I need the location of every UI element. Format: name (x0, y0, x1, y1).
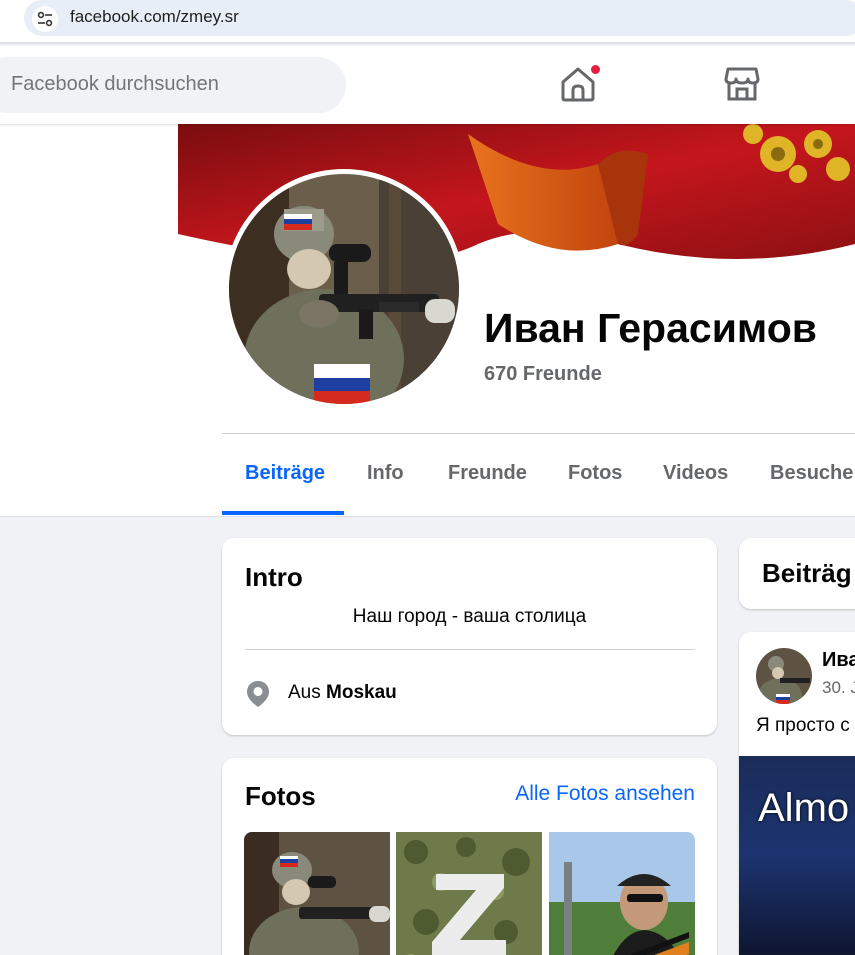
post-author-name[interactable]: Ива (822, 649, 855, 672)
marketplace-icon[interactable] (722, 64, 762, 104)
photo-thumbnail[interactable] (549, 832, 695, 955)
profile-name: Иван Герасимов (484, 305, 817, 351)
tab-info[interactable]: Info (367, 462, 404, 485)
intro-divider (245, 649, 695, 650)
location-text: Aus Moskau (288, 682, 397, 704)
see-all-photos-link[interactable]: Alle Fotos ansehen (515, 782, 695, 806)
location-prefix: Aus (288, 682, 321, 703)
post-card: Ива 30. J Я просто с Almo (739, 632, 855, 955)
search-input[interactable] (11, 73, 331, 96)
post-media-caption: Almo (758, 786, 850, 830)
photo-thumbnail[interactable] (396, 832, 542, 955)
notification-dot (590, 64, 601, 75)
post-video[interactable]: Almo (739, 756, 855, 955)
photos-card: Fotos Alle Fotos ansehen (222, 758, 717, 955)
facebook-top-nav (0, 46, 855, 124)
location-pin-icon (244, 679, 272, 709)
post-author-avatar[interactable] (756, 648, 812, 704)
tab-check-ins[interactable]: Besuche (770, 462, 853, 485)
active-tab-indicator (222, 511, 344, 515)
post-date[interactable]: 30. J (822, 678, 855, 698)
site-info-icon[interactable] (32, 6, 58, 32)
intro-title: Intro (245, 562, 303, 592)
tab-friends[interactable]: Freunde (448, 462, 527, 485)
photos-title: Fotos (245, 781, 316, 811)
photo-thumbnail[interactable] (244, 832, 390, 955)
url-text[interactable]: facebook.com/zmey.sr (70, 7, 239, 27)
post-text: Я просто с (756, 715, 850, 736)
posts-title: Beiträg (762, 558, 852, 588)
search-box[interactable] (0, 57, 346, 113)
location-link[interactable]: Moskau (326, 682, 397, 703)
tab-photos[interactable]: Fotos (568, 462, 622, 485)
intro-card: Intro Наш город - ваша столица Aus Moska… (222, 538, 717, 735)
posts-header-card: Beiträg (739, 538, 855, 609)
profile-tabs: Beiträge Info Freunde Fotos Videos Besuc… (222, 434, 855, 516)
bio-text: Наш город - ваша столица (352, 606, 587, 627)
browser-url-bar: facebook.com/zmey.sr (0, 0, 855, 44)
tab-videos[interactable]: Videos (663, 462, 728, 485)
profile-avatar[interactable] (224, 169, 464, 409)
friends-count[interactable]: 670 Freunde (484, 363, 602, 386)
tab-posts[interactable]: Beiträge (245, 462, 325, 485)
